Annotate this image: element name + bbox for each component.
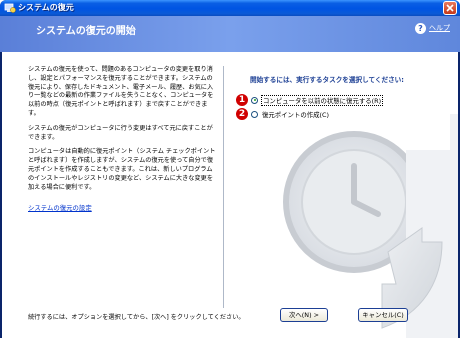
footer-instruction: 続行するには、オプションを選択してから、[次へ] をクリックしてください。 bbox=[28, 314, 245, 321]
help-label[interactable]: ヘルプ bbox=[429, 23, 450, 33]
title-bar[interactable]: システムの復元 bbox=[0, 0, 460, 16]
next-button[interactable]: 次へ(N) > bbox=[280, 308, 328, 322]
content-area: システムの復元を使って、問題のあるコンピュータの変更を取り消し、設定とパフォーマ… bbox=[2, 52, 458, 338]
description-paragraph: コンピュータは自動的に復元ポイント（システム チェックポイントと呼ばれます）を作… bbox=[28, 148, 216, 191]
description-panel: システムの復元を使って、問題のあるコンピュータの変更を取り消し、設定とパフォーマ… bbox=[28, 66, 224, 308]
cancel-button[interactable]: キャンセル(C) bbox=[358, 308, 408, 322]
option-restore[interactable]: 1 コンピュータを以前の状態に復元する(R) bbox=[236, 94, 384, 106]
close-button[interactable] bbox=[443, 1, 457, 15]
description-paragraph: システムの復元を使って、問題のあるコンピュータの変更を取り消し、設定とパフォーマ… bbox=[28, 66, 214, 117]
task-heading: 開始するには、実行するタスクを選択してください: bbox=[250, 76, 404, 84]
step-badge: 2 bbox=[236, 108, 248, 120]
create-point-option-label[interactable]: 復元ポイントの作成(C) bbox=[261, 110, 330, 119]
help-icon: ? bbox=[415, 22, 426, 34]
restore-radio[interactable] bbox=[251, 96, 258, 104]
system-restore-window: システムの復元 システムの復元の開始 ? ヘルプ システムの復元を使って、問題の… bbox=[0, 0, 460, 338]
create-point-radio[interactable] bbox=[251, 110, 258, 118]
page-title: システムの復元の開始 bbox=[36, 26, 136, 37]
system-restore-settings-link[interactable]: システムの復元の設定 bbox=[28, 204, 92, 213]
help-link[interactable]: ? ヘルプ bbox=[415, 22, 450, 34]
window-title: システムの復元 bbox=[18, 3, 74, 12]
restore-option-label[interactable]: コンピュータを以前の状態に復元する(R) bbox=[261, 94, 384, 106]
system-restore-app-icon bbox=[4, 3, 16, 13]
option-create-point[interactable]: 2 復元ポイントの作成(C) bbox=[236, 108, 330, 120]
close-icon bbox=[446, 4, 454, 12]
step-badge: 1 bbox=[236, 94, 248, 106]
description-paragraph: システムの復元がコンピュータに行う変更はすべて元に戻すことができます。 bbox=[28, 124, 213, 141]
